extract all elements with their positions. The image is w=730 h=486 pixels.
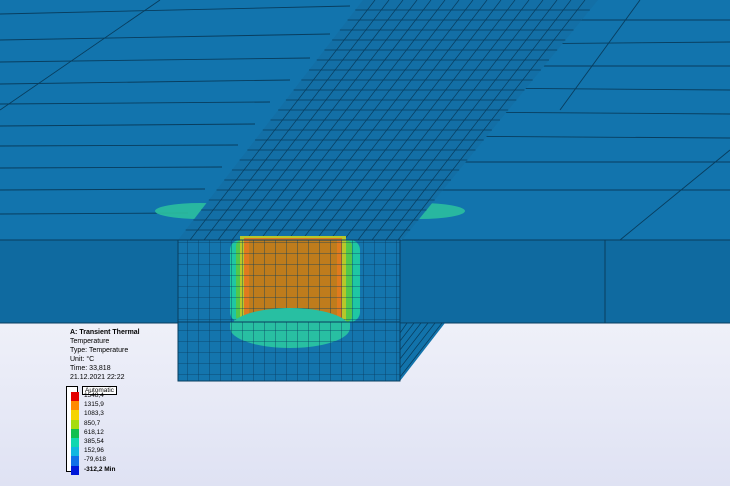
legend-label: 1315,9: [84, 401, 104, 409]
legend-color-band: [71, 438, 79, 448]
legend-color-band: [71, 410, 79, 420]
color-legend[interactable]: Automatic 1548,4 1315,9 1083,3 850,7 618,12 3…: [66, 386, 186, 478]
result-name: Temperature: [70, 338, 110, 345]
result-type: Type: Temperature: [70, 347, 129, 354]
legend-color-band: [71, 392, 79, 402]
legend-label: 850,7: [84, 419, 101, 427]
legend-color-band: [71, 465, 79, 475]
legend-color-band: [71, 419, 79, 429]
legend-label: 1083,3: [84, 410, 104, 418]
legend-color-band: [71, 428, 79, 438]
result-info: A: Transient Thermal Temperature Type: T…: [70, 328, 140, 382]
result-time: Time: 33,818: [70, 365, 111, 372]
legend-label: 152,96: [84, 447, 104, 455]
legend-color-band: [71, 401, 79, 411]
legend-color-band: [71, 447, 79, 457]
analysis-title: A: Transient Thermal: [70, 329, 140, 336]
legend-label: -79,618: [84, 456, 107, 464]
legend-color-band: [71, 456, 79, 466]
result-unit: Unit: °C: [70, 356, 95, 363]
legend-label: 385,54: [84, 438, 104, 445]
legend-label: 1548,4: [84, 392, 104, 399]
legend-label: 618,12: [84, 428, 104, 436]
result-timestamp: 21.12.2021 22:22: [70, 374, 125, 381]
legend-label: -312,2 Min: [84, 465, 116, 473]
